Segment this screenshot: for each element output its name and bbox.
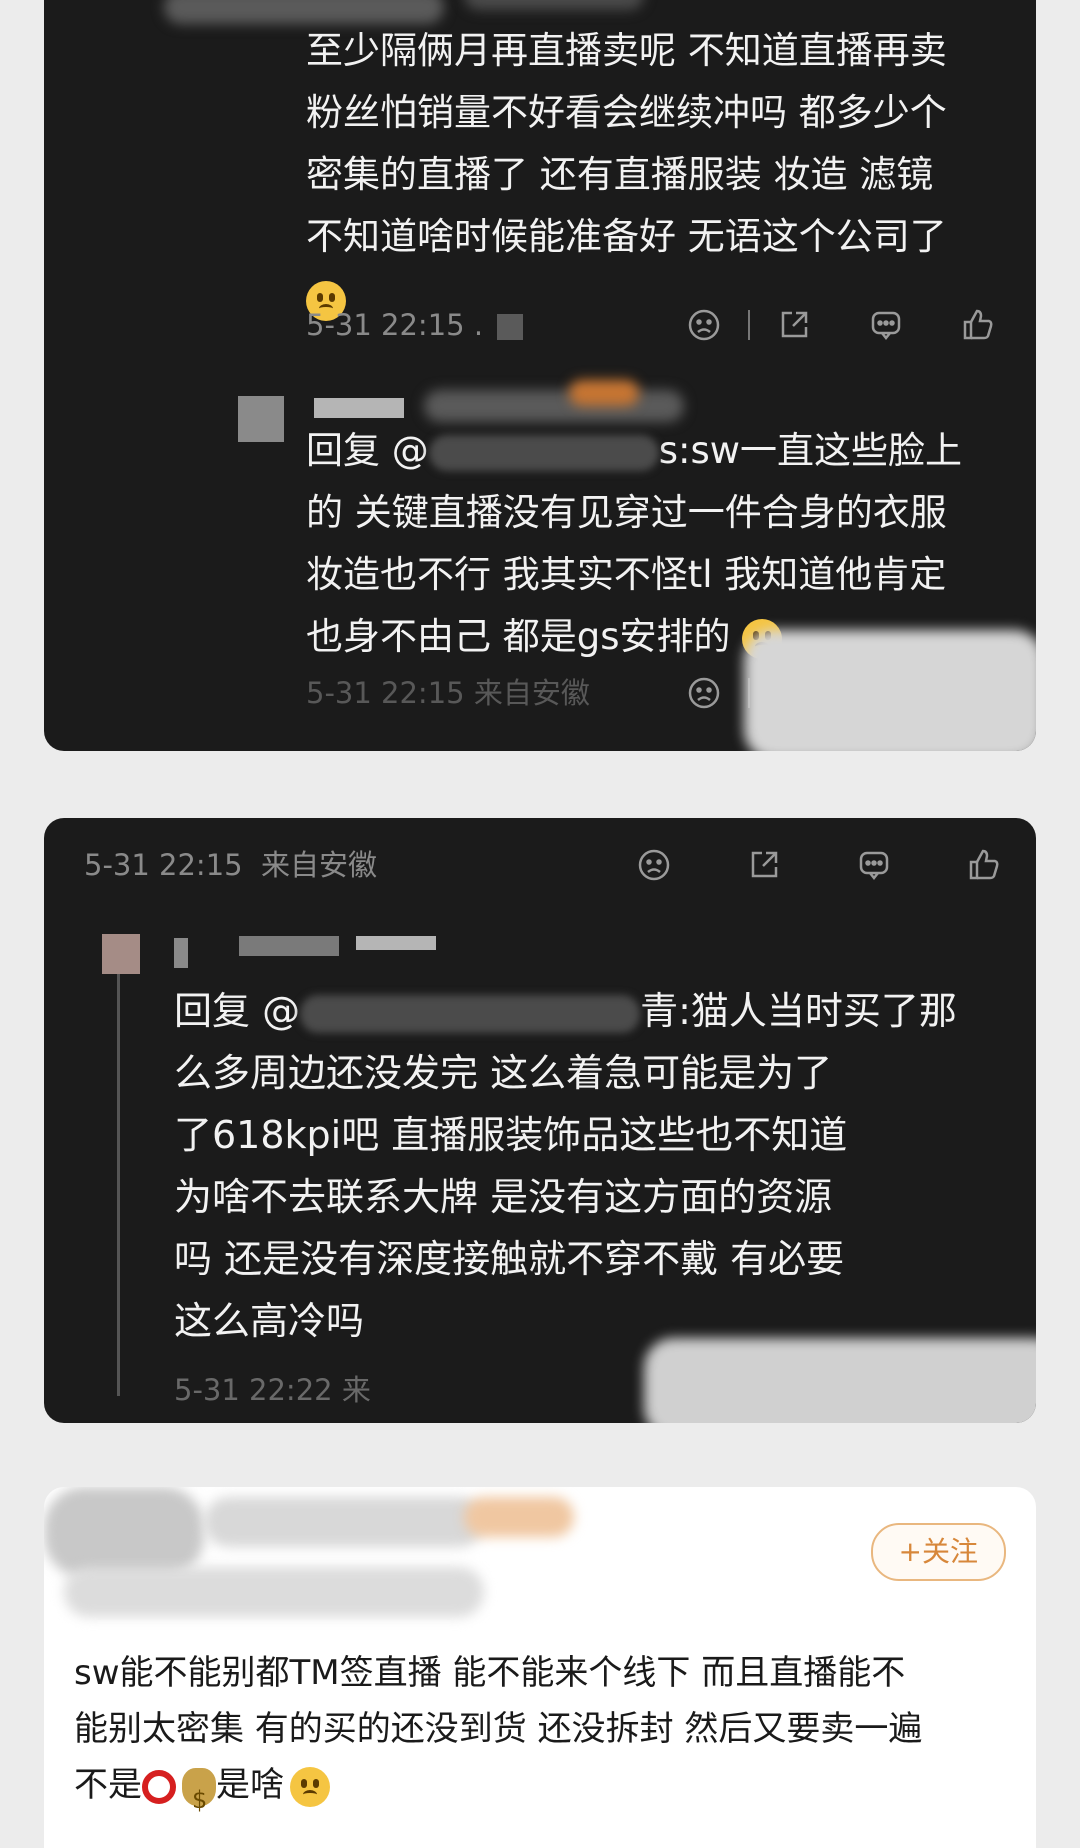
comment-2-meta: 5-31 22:15 来自安徽 — [84, 848, 378, 882]
comment-1-text: 至少隔俩月再直播卖呢 不知道直播再卖 粉丝怕销量不好看会继续冲吗 都多少个 密集… — [306, 20, 947, 330]
blurred-reply-name-3 — [356, 936, 436, 950]
comment-2-actions — [634, 845, 1004, 885]
comment-card-1: 至少隔俩月再直播卖呢 不知道直播再卖 粉丝怕销量不好看会继续冲吗 都多少个 密集… — [44, 0, 1036, 751]
blurred-subtitle — [64, 1567, 484, 1617]
share-icon[interactable] — [774, 305, 814, 345]
divider — [748, 310, 750, 340]
upside-down-face-icon — [290, 1766, 330, 1807]
blurred-overlay — [644, 1338, 1036, 1423]
blurred-overlay — [744, 630, 1036, 751]
reply-dislike-icon[interactable] — [684, 673, 724, 713]
comment-icon[interactable] — [866, 305, 906, 345]
blurred-reply-name-2 — [239, 936, 339, 956]
blurred-avatar — [44, 1487, 204, 1577]
dislike-icon[interactable] — [684, 305, 724, 345]
like-icon[interactable] — [958, 305, 998, 345]
money-bag-icon — [182, 1767, 216, 1828]
like-icon[interactable] — [964, 845, 1004, 885]
blurred-username — [204, 1497, 484, 1547]
comment-card-2: 5-31 22:15 来自安徽 回复 @ 青:猫人当时买了那 么多周边还没发完 这… — [44, 818, 1036, 1423]
reply-1-meta: 5-31 22:15 来自安徽 — [306, 676, 590, 710]
comment-1-actions — [684, 305, 998, 345]
blurred-orange-mark — [464, 1497, 574, 1537]
reply-2-meta: 5-31 22:22 来 — [174, 1373, 371, 1407]
avatar — [102, 934, 140, 974]
post-card: +关注 sw能不能别都TM签直播 能不能来个线下 而且直播能不 能别太密集 有的… — [44, 1487, 1036, 1848]
blurred-username-2 — [464, 0, 644, 10]
reply-2-text: 回复 @ 青:猫人当时买了那 么多周边还没发完 这么着急可能是为了 了618kpi… — [174, 989, 957, 1343]
share-icon[interactable] — [744, 845, 784, 885]
follow-button[interactable]: +关注 — [870, 1523, 1006, 1581]
blurred-reply-name — [174, 938, 188, 968]
comment-icon[interactable] — [854, 845, 894, 885]
thread-line — [117, 966, 120, 1396]
dislike-icon[interactable] — [634, 845, 674, 885]
blurred-orange-mark — [569, 380, 639, 406]
post-text: sw能不能别都TM签直播 能不能来个线下 而且直播能不 能别太密集 有的买的还没… — [74, 1645, 922, 1828]
red-circle-icon — [142, 1769, 176, 1804]
comment-1-meta: 5-31 22:15 . — [306, 308, 524, 342]
blurred-reply-name-2 — [424, 390, 684, 422]
avatar — [238, 396, 284, 442]
blurred-reply-name — [314, 398, 404, 418]
